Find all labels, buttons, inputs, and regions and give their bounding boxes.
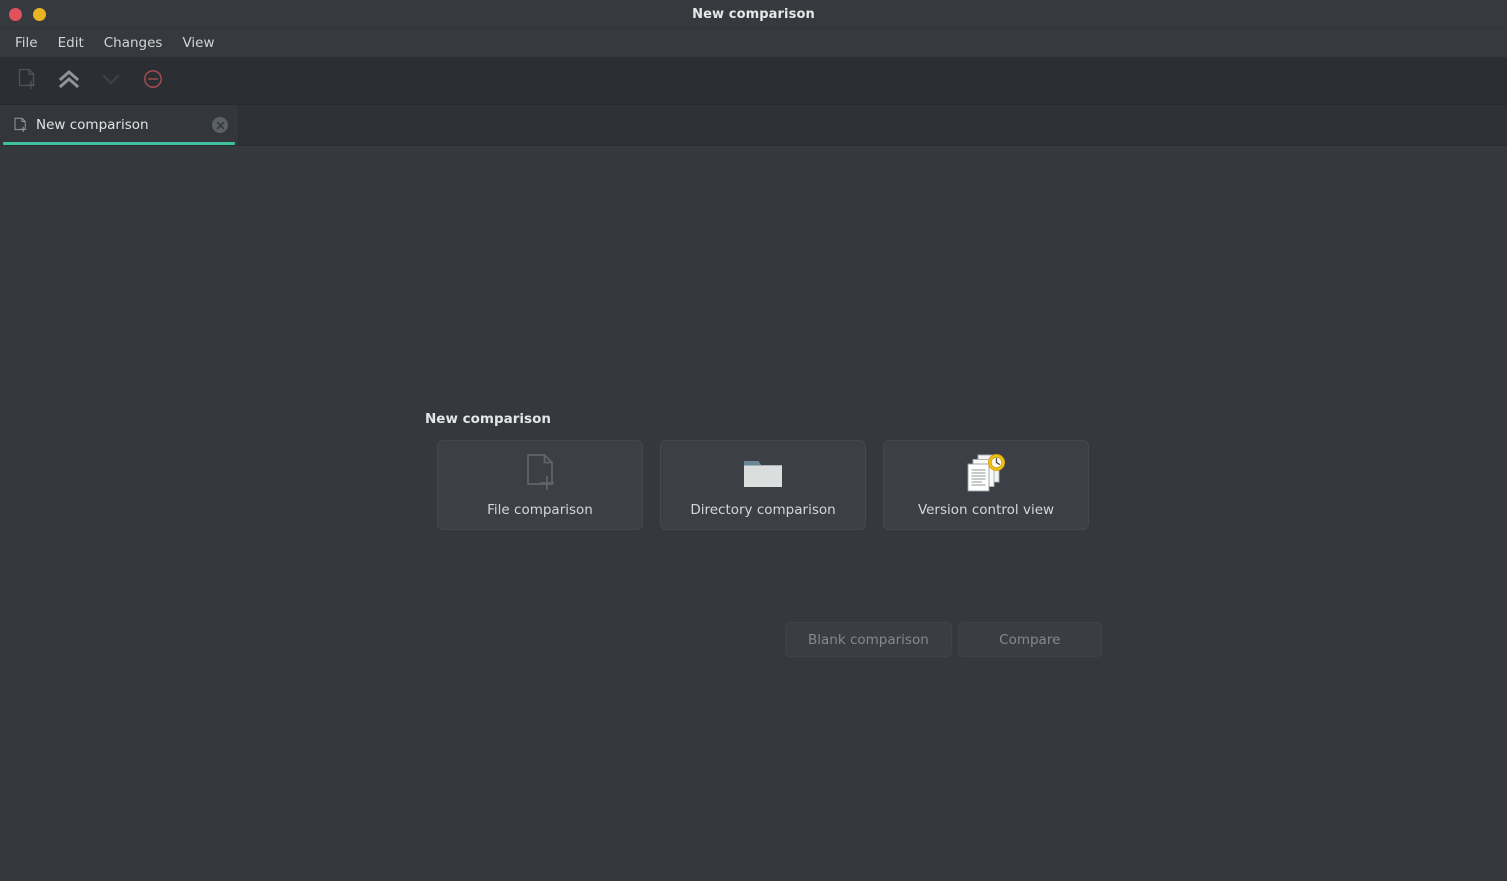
menu-item-edit[interactable]: Edit xyxy=(48,32,94,54)
compare-button[interactable]: Compare xyxy=(957,622,1102,657)
version-control-icon xyxy=(963,452,1009,494)
toolbar xyxy=(0,57,1507,105)
comparison-type-cards: File comparison Directory comparison Ver… xyxy=(437,440,1089,530)
menu-item-changes[interactable]: Changes xyxy=(94,32,173,54)
tab-label: New comparison xyxy=(36,117,149,133)
tabbar: New comparison xyxy=(0,105,1507,146)
chevron-double-up-icon xyxy=(57,68,81,94)
window-controls xyxy=(0,7,46,21)
card-label: Version control view xyxy=(917,502,1055,518)
chevron-down-icon xyxy=(99,68,123,94)
card-directory-comparison[interactable]: Directory comparison xyxy=(660,440,866,530)
document-new-icon xyxy=(517,452,563,494)
action-buttons: Blank comparison Compare xyxy=(785,622,1102,657)
card-version-control-view[interactable]: Version control view xyxy=(883,440,1089,530)
toolbar-previous-change-button[interactable] xyxy=(48,60,90,102)
close-window-button[interactable] xyxy=(9,7,22,21)
application-window: New comparison File Edit Changes View Ne… xyxy=(0,0,1507,881)
tab-new-comparison[interactable]: New comparison xyxy=(0,105,239,145)
tab-close-button[interactable] xyxy=(212,117,228,133)
toolbar-next-change-button[interactable] xyxy=(90,60,132,102)
folder-icon xyxy=(740,452,786,494)
toolbar-stop-button[interactable] xyxy=(132,60,174,102)
main-content: New comparison File comparison Directory… xyxy=(0,146,1507,881)
window-title: New comparison xyxy=(692,6,815,22)
document-new-icon xyxy=(13,117,28,133)
menu-item-view[interactable]: View xyxy=(172,32,224,54)
toolbar-new-comparison-button[interactable] xyxy=(6,60,48,102)
titlebar: New comparison xyxy=(0,0,1507,29)
card-label: Directory comparison xyxy=(690,502,836,518)
card-label: File comparison xyxy=(487,502,593,518)
blank-comparison-button[interactable]: Blank comparison xyxy=(785,622,952,657)
card-file-comparison[interactable]: File comparison xyxy=(437,440,643,530)
menu-item-file[interactable]: File xyxy=(5,32,48,54)
minimize-window-button[interactable] xyxy=(33,7,46,21)
document-new-icon xyxy=(17,68,37,94)
menubar: File Edit Changes View xyxy=(0,29,1507,57)
stop-circle-icon xyxy=(142,68,164,94)
page-title: New comparison xyxy=(425,411,551,427)
